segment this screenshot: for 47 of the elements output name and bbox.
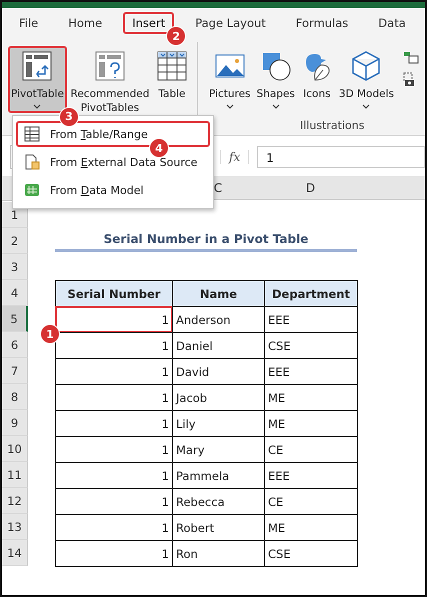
screenshot-icon — [403, 50, 419, 66]
table-cell: 1 — [55, 332, 173, 359]
ribbon-tab[interactable]: Formulas — [286, 12, 358, 34]
column-heading: Serial Number — [55, 280, 173, 307]
pivot-table-question-icon — [94, 50, 126, 82]
row-header[interactable]: 10 — [2, 436, 28, 462]
row-header[interactable]: 3 — [2, 254, 28, 280]
step-number-badge: 1 — [40, 324, 60, 344]
table-cell: 1 — [55, 540, 173, 567]
row-header[interactable]: 7 — [2, 358, 28, 384]
pivot-table-icon — [21, 50, 54, 82]
column-header[interactable] — [357, 176, 425, 200]
row-header[interactable]: 13 — [2, 514, 28, 540]
ribbon-button[interactable]: Shapes — [254, 46, 298, 113]
row-header[interactable]: 5 — [2, 306, 28, 332]
table-cell: CSE — [264, 540, 358, 567]
row-header[interactable]: 12 — [2, 488, 28, 514]
row-header[interactable]: 14 — [2, 540, 28, 566]
ribbon-button[interactable]: Pictures — [206, 46, 254, 113]
ribbon-tab[interactable]: Page Layout — [186, 12, 275, 34]
column-heading: Department — [264, 280, 358, 307]
column-header[interactable]: D — [264, 176, 357, 200]
row-header[interactable]: 9 — [2, 410, 28, 436]
ribbon-button[interactable]: PivotTable — [8, 46, 67, 113]
step-number-badge: 4 — [149, 138, 169, 158]
ribbon-tab[interactable]: Data — [369, 12, 415, 34]
ribbon-button[interactable]: Table — [152, 46, 191, 106]
ribbon-tab[interactable]: Home — [59, 12, 112, 34]
row-header[interactable]: 8 — [2, 384, 28, 410]
row-header[interactable]: 11 — [2, 462, 28, 488]
document-database-icon — [24, 154, 40, 170]
function-label: fx — [220, 150, 250, 164]
table-icon — [24, 126, 40, 142]
row-header[interactable]: 4 — [2, 280, 28, 306]
row-header[interactable]: 2 — [2, 228, 28, 254]
data-model-icon — [24, 182, 40, 198]
ribbon-button[interactable]: 3D Models — [336, 46, 397, 113]
table-icon — [156, 50, 188, 82]
step-number-badge: 2 — [166, 26, 186, 46]
sheet-title: Serial Number in a Pivot Table — [104, 232, 308, 246]
ribbon-tab[interactable]: File — [10, 12, 48, 34]
ribbon-button[interactable]: Icons — [298, 46, 336, 106]
formula-field[interactable]: 1 — [257, 146, 425, 168]
cube-icon — [350, 50, 382, 82]
row-header[interactable]: 6 — [2, 332, 28, 358]
column-heading: Name — [172, 280, 265, 307]
group-label: Illustrations — [300, 119, 364, 132]
